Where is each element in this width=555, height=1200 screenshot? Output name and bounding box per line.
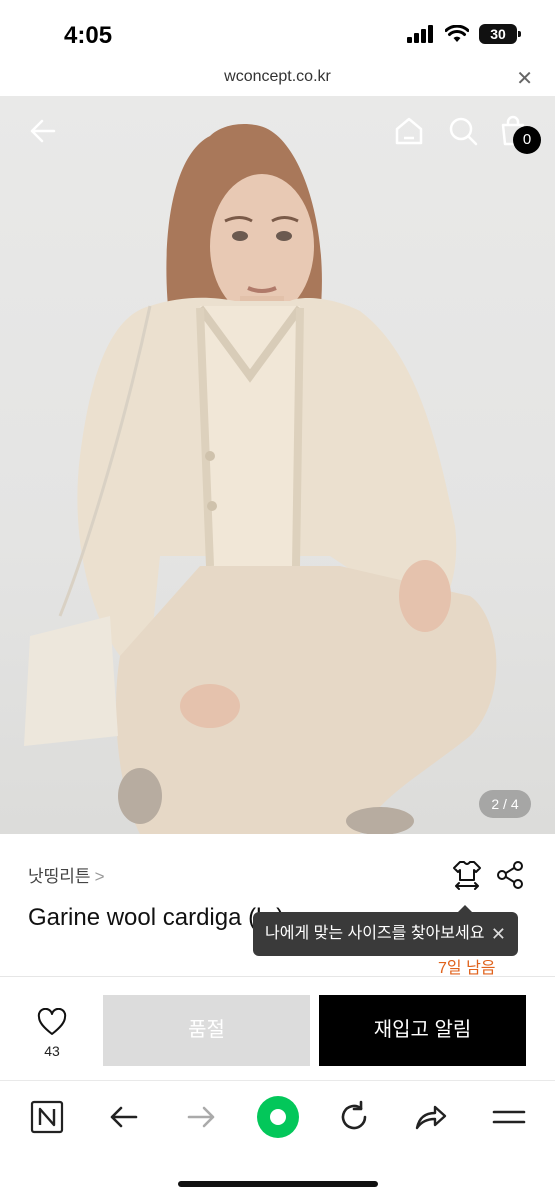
search-icon[interactable] [446, 114, 480, 148]
share-forward-icon[interactable] [411, 1097, 451, 1137]
forward-icon[interactable] [181, 1097, 221, 1137]
signal-icon [407, 25, 433, 43]
home-icon[interactable] [392, 114, 426, 148]
chevron-right-icon: > [94, 867, 105, 886]
battery-icon: 30 [479, 24, 521, 44]
brand-link[interactable]: 낫띵리튼 > [28, 862, 105, 887]
days-left-label: 7일 남음 [438, 960, 496, 977]
status-icons: 30 [407, 24, 521, 44]
home-indicator [178, 1181, 378, 1187]
status-time: 4:05 [64, 22, 113, 49]
status-bar: 4:05 30 [0, 0, 555, 62]
share-icon[interactable] [496, 860, 526, 890]
restock-alert-button[interactable]: 재입고 알림 [319, 995, 526, 1066]
menu-icon[interactable] [489, 1097, 529, 1137]
tooltip-text: 나에게 맞는 사이즈를 찾아보세요 [265, 925, 485, 942]
naver-n-icon[interactable] [27, 1097, 67, 1137]
cart-count-badge[interactable]: 0 [513, 126, 541, 154]
reload-icon[interactable] [334, 1097, 374, 1137]
size-tooltip[interactable]: 나에게 맞는 사이즈를 찾아보세요 ✕ [253, 905, 518, 956]
green-home-icon[interactable] [256, 1095, 300, 1139]
brand-name[interactable]: 낫띵리튼 [28, 867, 91, 886]
image-page-indicator: 2 / 4 [479, 790, 531, 818]
back-arrow-icon[interactable] [26, 114, 60, 148]
like-button[interactable]: 43 [30, 1007, 74, 1059]
product-title: Garine wool cardiga (b ) [28, 904, 285, 931]
like-count: 43 [44, 1043, 60, 1059]
divider [0, 976, 555, 977]
size-guide-icon[interactable] [450, 858, 484, 892]
url-bar[interactable]: wconcept.co.kr ✕ [0, 62, 555, 96]
heart-icon[interactable] [37, 1007, 67, 1036]
soldout-button: 품절 [103, 995, 310, 1066]
product-image[interactable]: 0 2 / 4 [0, 96, 555, 834]
product-photo [24, 124, 497, 834]
close-icon[interactable]: ✕ [491, 912, 506, 956]
close-icon[interactable]: ✕ [516, 66, 533, 91]
wifi-icon [445, 25, 469, 42]
back-icon[interactable] [104, 1097, 144, 1137]
url-text[interactable]: wconcept.co.kr [0, 68, 555, 86]
